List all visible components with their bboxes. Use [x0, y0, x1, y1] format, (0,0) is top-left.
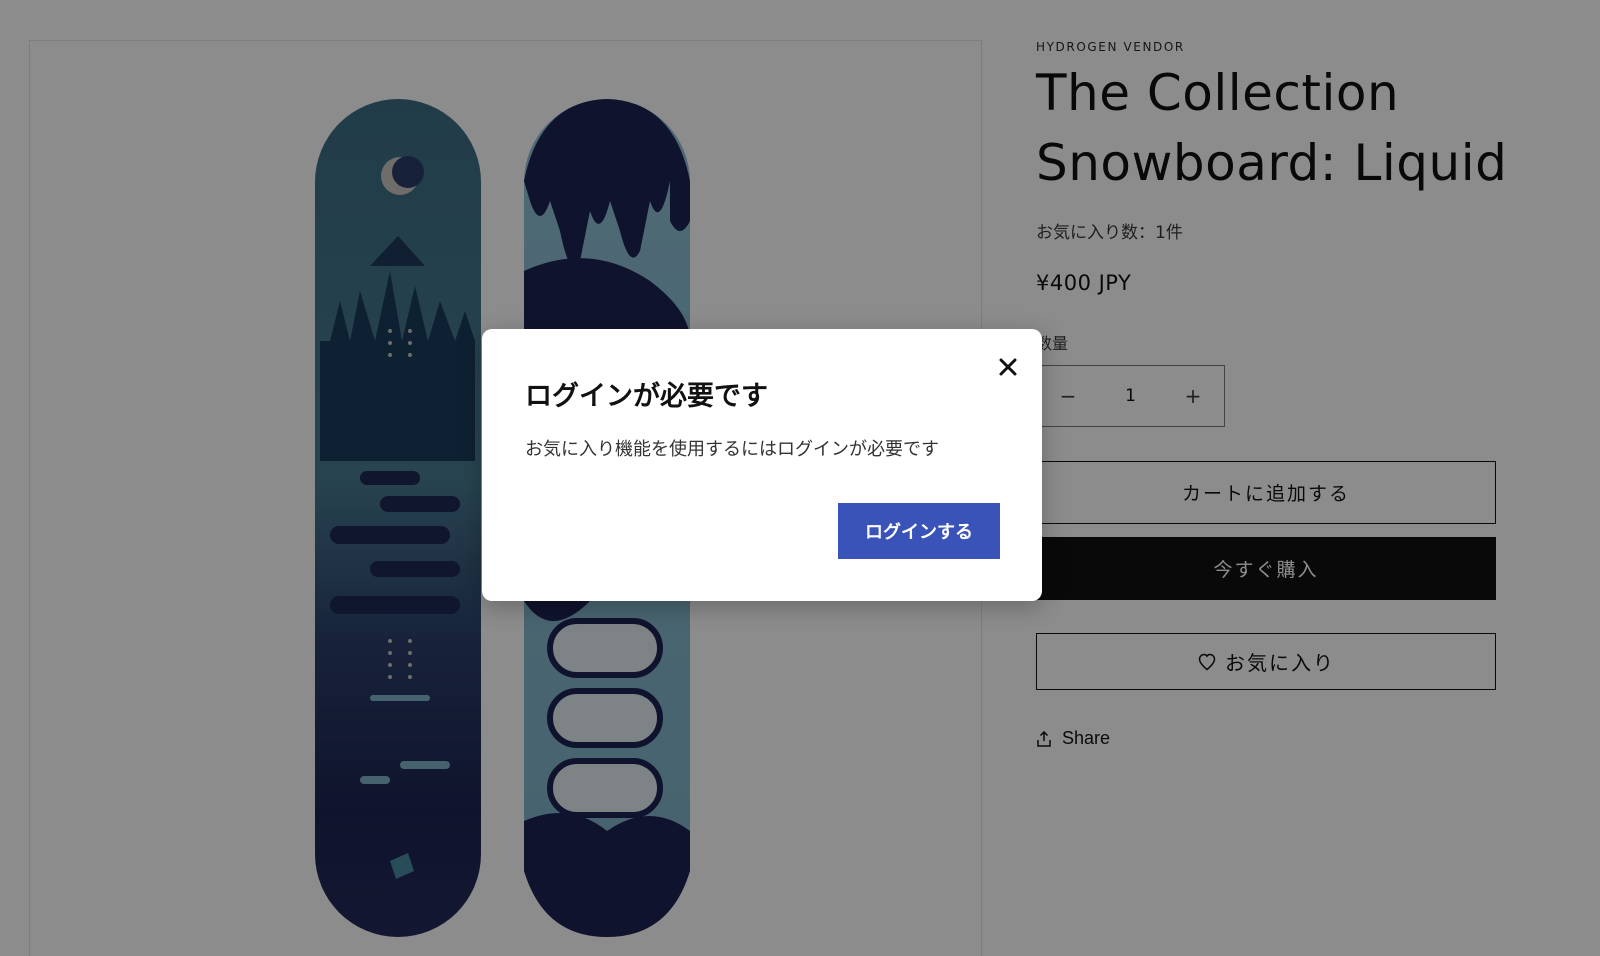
close-icon[interactable]	[994, 353, 1022, 381]
login-button[interactable]: ログインする	[838, 503, 1000, 559]
modal-message: お気に入り機能を使用するにはログインが必要です	[525, 439, 939, 460]
login-required-modal: ログインが必要です お気に入り機能を使用するにはログインが必要です ログインする	[482, 329, 1042, 601]
modal-title: ログインが必要です	[525, 381, 768, 412]
product-page: HYDROGEN VENDOR The Collection Snowboard…	[0, 0, 1600, 956]
